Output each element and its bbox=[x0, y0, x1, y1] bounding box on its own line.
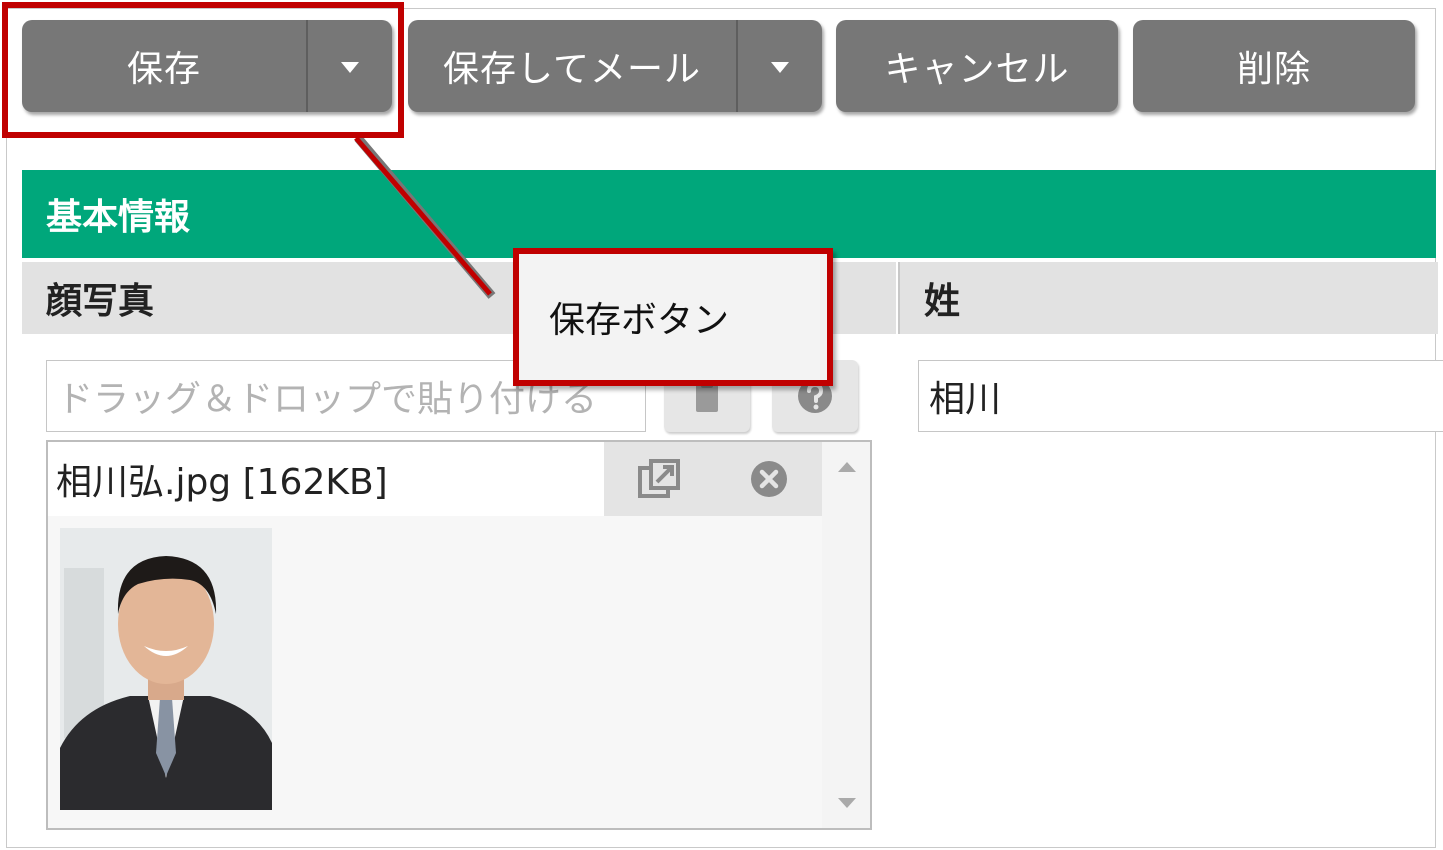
callout-box: 保存ボタン bbox=[513, 248, 833, 386]
callout-text: 保存ボタン bbox=[549, 300, 730, 341]
save-button-highlight bbox=[2, 2, 404, 138]
